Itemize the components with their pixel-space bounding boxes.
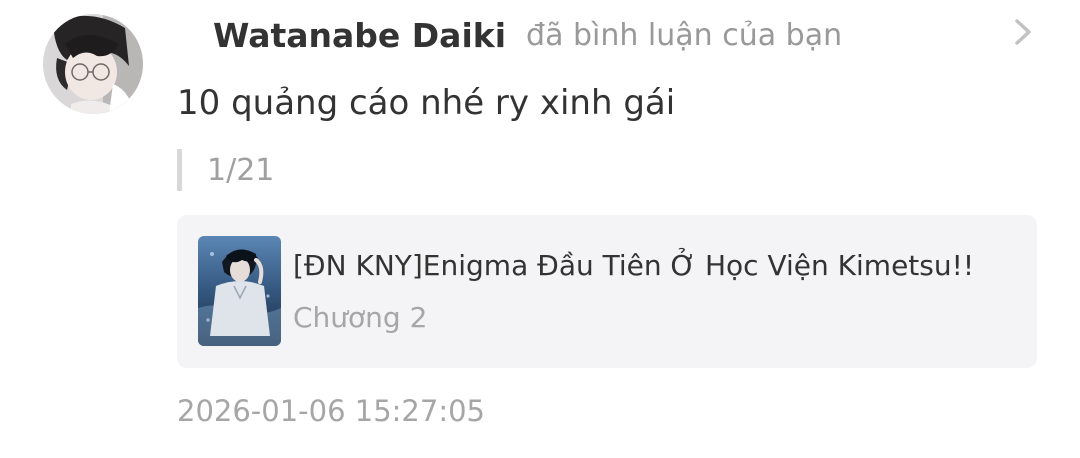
user-avatar[interactable] bbox=[43, 14, 143, 114]
quote-bar bbox=[177, 149, 182, 191]
user-name[interactable]: Watanabe Daiki bbox=[213, 16, 506, 55]
story-card[interactable]: [ĐN KNY]Enigma Đầu Tiên Ở Học Viện Kimet… bbox=[177, 215, 1037, 368]
chevron-right-icon[interactable] bbox=[1012, 17, 1034, 47]
avatar-image bbox=[43, 14, 143, 114]
action-text: đã bình luận của bạn bbox=[526, 17, 843, 53]
timestamp: 2026-01-06 15:27:05 bbox=[177, 394, 485, 428]
story-cover[interactable] bbox=[198, 236, 281, 346]
comment-text: 10 quảng cáo nhé ry xinh gái bbox=[177, 83, 676, 123]
comment-notification[interactable]: Watanabe Daiki đã bình luận của bạn 10 q… bbox=[0, 0, 1080, 458]
chapter-label: Chương 2 bbox=[293, 301, 428, 334]
notification-header: Watanabe Daiki đã bình luận của bạn bbox=[213, 14, 842, 56]
quote-text: 1/21 bbox=[207, 152, 275, 188]
story-title[interactable]: [ĐN KNY]Enigma Đầu Tiên Ở Học Viện Kimet… bbox=[293, 249, 974, 282]
story-cover-image bbox=[198, 236, 281, 346]
quoted-comment: 1/21 bbox=[177, 149, 274, 191]
